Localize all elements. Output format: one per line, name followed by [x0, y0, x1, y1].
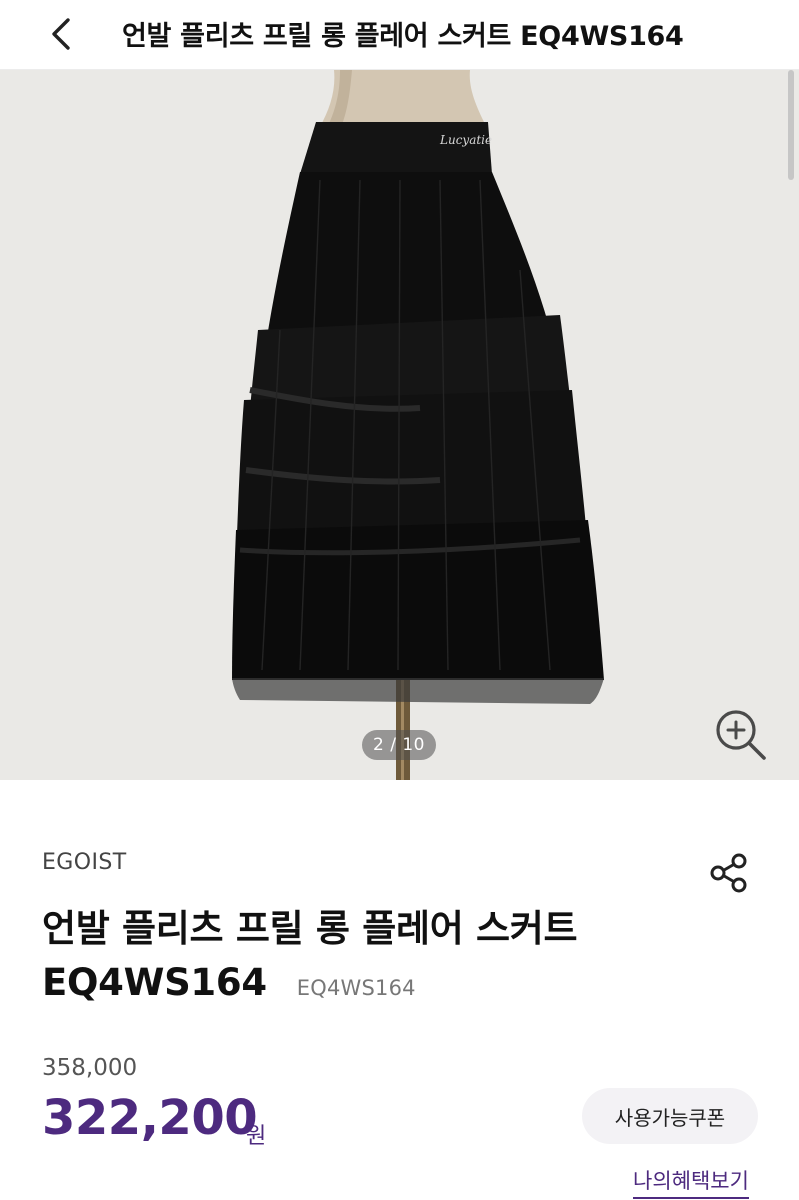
- brand-name[interactable]: EGOIST: [42, 850, 127, 875]
- share-icon: [710, 853, 747, 893]
- top-bar: 언발 플리츠 프릴 롱 플레어 스커트 EQ4WS164: [0, 0, 799, 70]
- available-coupons-button[interactable]: 사용가능쿠폰: [582, 1088, 758, 1144]
- page-title: 언발 플리츠 프릴 롱 플레어 스커트 EQ4WS164: [122, 21, 684, 52]
- chevron-left-icon: [52, 18, 70, 50]
- waistband-logo: Lucyatie: [439, 133, 492, 147]
- back-button[interactable]: [38, 10, 86, 58]
- zoom-in-icon: [716, 710, 766, 760]
- sale-price: 322,200: [42, 1090, 258, 1146]
- scrollbar[interactable]: [788, 70, 794, 180]
- currency-unit: 원: [246, 1124, 267, 1149]
- my-benefits-link[interactable]: 나의혜택보기: [633, 1165, 749, 1199]
- share-button[interactable]: [704, 848, 754, 898]
- product-name: 언발 플리츠 프릴 롱 플레어 스커트 EQ4WS164 EQ4WS164: [42, 902, 662, 1015]
- zoom-button[interactable]: [712, 706, 770, 764]
- product-image-gallery[interactable]: Lucyatie 2 / 10: [0, 70, 799, 780]
- product-code: EQ4WS164: [296, 976, 416, 1000]
- product-image: Lucyatie: [232, 70, 604, 780]
- image-page-indicator: 2 / 10: [362, 730, 436, 760]
- original-price: 358,000: [42, 1055, 138, 1081]
